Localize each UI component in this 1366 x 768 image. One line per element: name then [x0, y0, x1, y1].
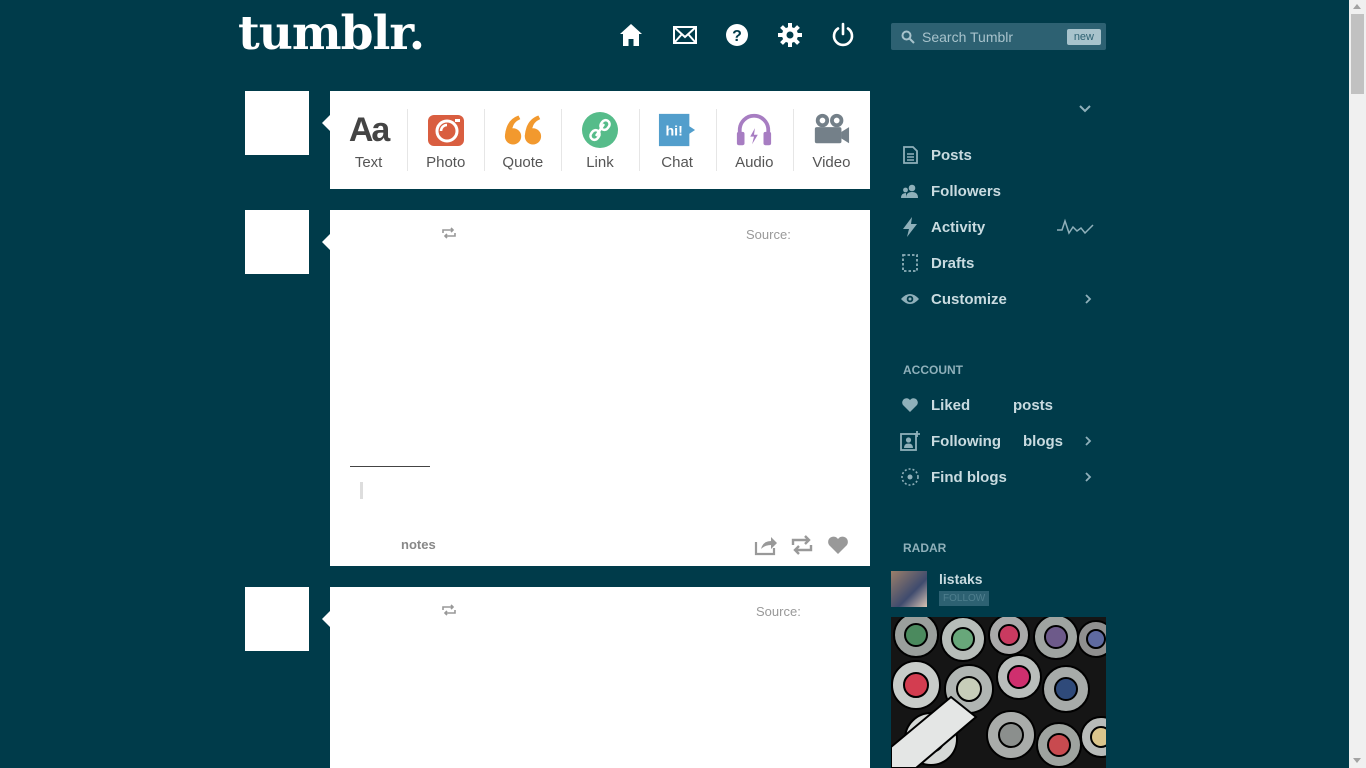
chevron-down-icon[interactable]: [1078, 104, 1092, 114]
sidebar-item-label: Find blogs: [931, 468, 1007, 486]
text-icon: Aa: [348, 110, 390, 149]
posts-icon: [900, 145, 920, 165]
dashboard-post: Source: notes: [330, 210, 870, 566]
drafts-icon: [900, 253, 920, 273]
scrollbar-thumb[interactable]: [1351, 14, 1364, 94]
new-quote-post-button[interactable]: Quote: [484, 91, 561, 189]
source-label[interactable]: Source:: [756, 604, 801, 619]
sidebar-item-label: Liked: [931, 396, 971, 414]
heart-icon: [900, 395, 920, 415]
scroll-down-arrow-icon[interactable]: [1353, 758, 1361, 763]
new-chat-post-button[interactable]: hi! Chat: [638, 91, 716, 189]
sidebar-item-followers[interactable]: Followers: [900, 179, 1096, 203]
following-icon: [900, 431, 920, 451]
search-input[interactable]: [915, 28, 1067, 45]
chevron-right-icon: [1085, 294, 1092, 304]
activity-sparkline-icon: [1057, 218, 1094, 235]
camera-icon: [427, 111, 465, 149]
svg-text:hi!: hi!: [666, 124, 683, 140]
sidebar-item-liked[interactable]: Liked posts: [900, 393, 1096, 417]
sidebar-item-label: Followers: [931, 182, 1002, 200]
follow-button[interactable]: FOLLOW: [939, 591, 990, 606]
post-type-label: Photo: [426, 154, 466, 171]
post-type-label: Chat: [661, 154, 693, 171]
link-icon: [581, 111, 619, 149]
mail-icon[interactable]: [672, 22, 698, 48]
user-avatar[interactable]: [245, 91, 309, 155]
search-bar: new: [891, 23, 1106, 50]
video-camera-icon: [812, 111, 850, 149]
svg-text:?: ?: [732, 28, 742, 45]
reblog-indicator-icon: [442, 604, 456, 616]
new-audio-post-button[interactable]: Audio: [715, 91, 793, 189]
avatar-pointer: [322, 611, 330, 627]
page-scrollbar[interactable]: [1349, 0, 1366, 768]
sidebar-item-posts[interactable]: Posts: [900, 143, 1096, 167]
account-heading: ACCOUNT: [903, 363, 963, 377]
new-photo-post-button[interactable]: Photo: [407, 91, 484, 189]
post-type-label: Quote: [502, 154, 544, 171]
sidebar-item-customize[interactable]: Customize: [900, 287, 1096, 311]
help-icon[interactable]: ?: [724, 22, 750, 48]
sidebar-item-label: Drafts: [931, 254, 975, 272]
spray-cans-image: [891, 617, 1106, 768]
notes-count[interactable]: notes: [401, 537, 436, 552]
sidebar-item-label: blogs: [1023, 432, 1063, 450]
post-type-label: Audio: [735, 154, 774, 171]
radar-heading: RADAR: [903, 541, 947, 555]
sidebar-item-drafts[interactable]: Drafts: [900, 251, 1096, 275]
tumblr-logo[interactable]: tumblr.: [238, 6, 425, 61]
post-type-label: Link: [586, 154, 614, 171]
source-label[interactable]: Source:: [746, 227, 791, 242]
divider-line: [350, 466, 430, 467]
chevron-right-icon: [1085, 472, 1092, 482]
new-video-post-button[interactable]: Video: [792, 91, 870, 189]
followers-icon: [900, 181, 920, 201]
dashboard-post: Source:: [330, 587, 870, 768]
radar-blog-name[interactable]: listaks: [939, 571, 983, 587]
new-link-post-button[interactable]: Link: [561, 91, 638, 189]
like-heart-icon[interactable]: [826, 534, 850, 556]
sidebar-item-activity[interactable]: Activity: [900, 215, 1096, 239]
share-icon[interactable]: [754, 534, 778, 556]
radar-post-image[interactable]: [891, 617, 1106, 768]
headphones-icon: [735, 111, 773, 149]
post-type-label: Video: [812, 154, 851, 171]
eye-icon: [900, 289, 920, 309]
sidebar-item-following[interactable]: Following blogs: [900, 429, 1096, 453]
sidebar-item-label: Activity: [931, 218, 986, 236]
scroll-up-arrow-icon[interactable]: [1353, 4, 1361, 9]
lightning-icon: [900, 217, 920, 237]
chevron-right-icon: [1085, 436, 1092, 446]
home-icon[interactable]: [618, 22, 644, 48]
sidebar-item-find-blogs[interactable]: Find blogs: [900, 465, 1096, 489]
avatar-pointer: [322, 115, 330, 131]
post-avatar[interactable]: [245, 587, 309, 651]
sidebar-item-label: Customize: [931, 290, 1007, 308]
compass-icon: [900, 467, 920, 487]
sidebar-item-label: posts: [1013, 396, 1054, 414]
post-type-label: Text: [354, 154, 383, 171]
radar-blog-avatar[interactable]: [891, 571, 927, 607]
sidebar-item-label: Posts: [931, 146, 972, 164]
search-icon: [901, 30, 915, 44]
avatar-pointer: [322, 234, 330, 250]
gear-icon[interactable]: [777, 22, 803, 48]
reblog-icon[interactable]: [790, 534, 814, 556]
new-text-post-button[interactable]: Aa Text: [330, 91, 407, 189]
chat-icon: hi!: [658, 111, 696, 149]
power-icon[interactable]: [830, 22, 856, 48]
post-avatar[interactable]: [245, 210, 309, 274]
blockquote-bar: [360, 482, 363, 499]
reblog-indicator-icon: [442, 227, 456, 239]
post-type-bar: Aa Text Photo Quote Link hi! Chat Audio: [330, 91, 870, 189]
new-badge: new: [1066, 28, 1101, 45]
quote-icon: [504, 111, 542, 149]
sidebar-item-label: Following: [931, 432, 1001, 450]
